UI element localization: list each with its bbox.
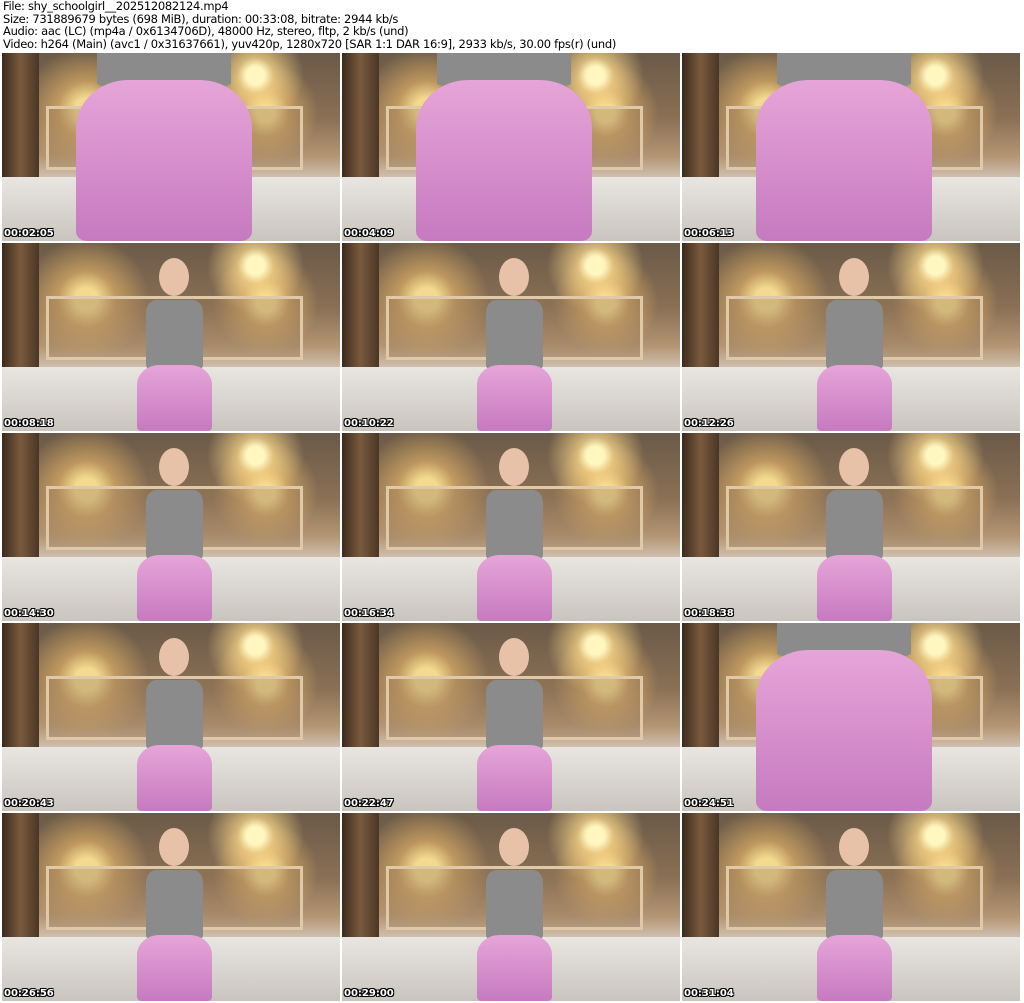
pink-skirt	[137, 745, 212, 811]
head	[159, 448, 190, 487]
grey-top	[146, 869, 203, 939]
video-thumbnail: 00:10:22	[342, 243, 680, 431]
grey-top	[486, 299, 543, 369]
person-figure	[137, 828, 212, 1001]
file-info-header: File: shy_schoolgirl__202512082124.mp4 Si…	[3, 0, 616, 50]
timestamp: 00:18:38	[684, 608, 734, 619]
pink-skirt	[477, 935, 552, 1001]
head	[159, 258, 190, 297]
person-figure	[756, 53, 933, 241]
video-thumbnail: 00:06:13	[682, 53, 1020, 241]
head	[159, 638, 190, 677]
pink-skirt	[817, 365, 892, 431]
person-figure	[817, 448, 892, 621]
pink-skirt	[477, 745, 552, 811]
head	[159, 828, 190, 867]
video-thumbnail: 00:02:05	[2, 53, 340, 241]
grey-top	[826, 299, 883, 369]
grey-top	[146, 679, 203, 749]
video-thumbnail: 00:12:26	[682, 243, 1020, 431]
video-thumbnail: 00:18:38	[682, 433, 1020, 621]
video-thumbnail: 00:26:56	[2, 813, 340, 1001]
timestamp: 00:06:13	[684, 228, 734, 239]
thumbnail-grid: 00:02:05 00:04:09 00:06:13 00:08:18 00:10:22…	[2, 53, 1020, 1001]
pink-skirt	[137, 555, 212, 621]
timestamp: 00:02:05	[4, 228, 54, 239]
timestamp: 00:16:34	[344, 608, 394, 619]
person-figure	[477, 638, 552, 811]
timestamp: 00:20:43	[4, 798, 54, 809]
person-figure	[137, 448, 212, 621]
video-thumbnail: 00:29:00	[342, 813, 680, 1001]
pink-skirt	[76, 79, 253, 241]
grey-top	[826, 489, 883, 559]
person-figure	[477, 828, 552, 1001]
timestamp: 00:24:51	[684, 798, 734, 809]
pink-skirt	[756, 649, 933, 811]
person-figure	[756, 623, 933, 811]
grey-top	[486, 679, 543, 749]
head	[499, 258, 530, 297]
pink-skirt	[137, 365, 212, 431]
person-figure	[76, 53, 253, 241]
person-figure	[477, 448, 552, 621]
head	[499, 638, 530, 677]
video-thumbnail: 00:22:47	[342, 623, 680, 811]
timestamp: 00:10:22	[344, 418, 394, 429]
person-figure	[137, 258, 212, 431]
pink-skirt	[817, 555, 892, 621]
head	[839, 448, 870, 487]
pink-skirt	[756, 79, 933, 241]
timestamp: 00:14:30	[4, 608, 54, 619]
video-thumbnail: 00:14:30	[2, 433, 340, 621]
video-thumbnail: 00:08:18	[2, 243, 340, 431]
timestamp: 00:04:09	[344, 228, 394, 239]
head	[499, 448, 530, 487]
grey-top	[486, 489, 543, 559]
grey-top	[146, 299, 203, 369]
timestamp: 00:26:56	[4, 988, 54, 999]
person-figure	[416, 53, 593, 241]
pink-skirt	[817, 935, 892, 1001]
person-figure	[477, 258, 552, 431]
person-figure	[817, 258, 892, 431]
audio-line: Audio: aac (LC) (mp4a / 0x6134706D), 480…	[3, 24, 409, 38]
head	[499, 828, 530, 867]
video-line: Video: h264 (Main) (avc1 / 0x31637661), …	[3, 36, 617, 51]
pink-skirt	[416, 79, 593, 241]
person-figure	[817, 828, 892, 1001]
timestamp: 00:29:00	[344, 988, 394, 999]
grey-top	[486, 869, 543, 939]
head	[839, 828, 870, 867]
grey-top	[826, 869, 883, 939]
pink-skirt	[477, 555, 552, 621]
timestamp: 00:31:04	[684, 988, 734, 999]
video-thumbnail: 00:20:43	[2, 623, 340, 811]
video-thumbnail: 00:24:51	[682, 623, 1020, 811]
person-figure	[137, 638, 212, 811]
video-thumbnail: 00:04:09	[342, 53, 680, 241]
grey-top	[146, 489, 203, 559]
pink-skirt	[137, 935, 212, 1001]
pink-skirt	[477, 365, 552, 431]
video-thumbnail: 00:31:04	[682, 813, 1020, 1001]
timestamp: 00:08:18	[4, 418, 54, 429]
timestamp: 00:12:26	[684, 418, 734, 429]
timestamp: 00:22:47	[344, 798, 394, 809]
head	[839, 258, 870, 297]
video-thumbnail: 00:16:34	[342, 433, 680, 621]
file-name-line: File: shy_schoolgirl__202512082124.mp4	[3, 0, 229, 13]
